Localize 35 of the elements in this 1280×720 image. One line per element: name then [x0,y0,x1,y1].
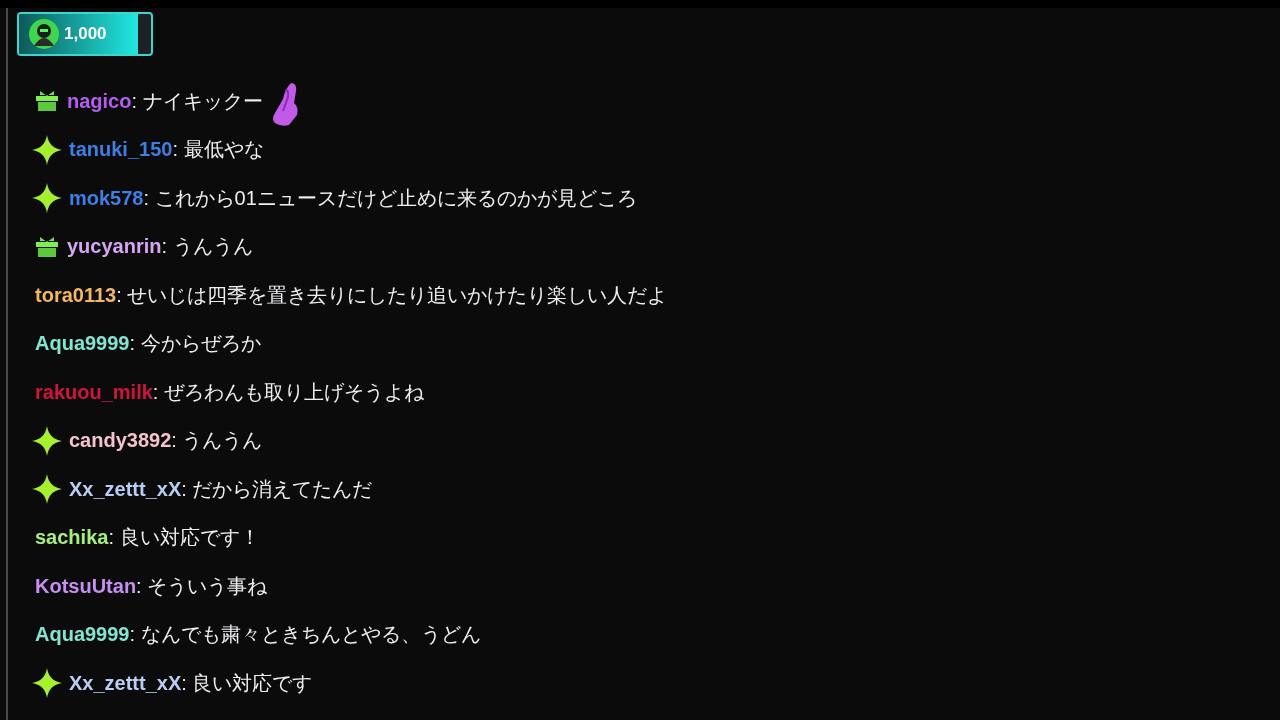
chat-message: : だから消えてたんだ [181,476,373,502]
chat-message: : 良い対応です [181,670,313,696]
username[interactable]: mok578 [69,186,144,210]
points-amount: 1,000 [64,24,107,44]
chat-message: : うんうん [161,234,253,260]
gift-icon [35,90,59,113]
sparkle-icon [32,134,62,165]
chat-message: : 良い対応です！ [108,525,260,551]
avatar-icon [28,18,60,50]
username[interactable]: Aqua9999 [35,332,130,356]
chat-message: : そういう事ね [136,573,268,599]
username[interactable]: Aqua9999 [35,623,130,647]
username[interactable]: yucyanrin [67,235,162,259]
chat-message: : なんでも粛々ときちんとやる、うどん [129,622,481,648]
sparkle-icon [32,668,62,699]
sparkle-icon [32,183,62,214]
username[interactable]: tora0113 [35,283,117,307]
username[interactable]: tanuki_150 [69,138,173,162]
chat-message: : うんうん [171,428,263,454]
username[interactable]: nagico [67,89,132,113]
username[interactable]: sachika [35,526,109,550]
username[interactable]: candy3892 [69,429,172,453]
username[interactable]: rakuou_milk [35,380,153,404]
username[interactable]: Xx_zettt_xX [69,477,182,501]
username[interactable]: Xx_zettt_xX [69,671,182,695]
chat-message: : これから01ニュースだけど止めに来るのかが見どころ [143,185,637,211]
chat-message: : 今からぜろか [129,331,261,357]
chat-message: : せいじは四季を置き去りにしたり追いかけたり楽しい人だよ [116,282,668,308]
chat-message: : ナイキックー [131,88,263,114]
sparkle-icon [32,425,62,456]
gift-icon [35,235,59,258]
sparkle-icon [32,474,62,505]
username[interactable]: KotsuUtan [35,574,137,598]
chat-message: : 最低やな [172,137,264,163]
chat-message: : ぜろわんも取り上げそうよね [152,379,424,405]
